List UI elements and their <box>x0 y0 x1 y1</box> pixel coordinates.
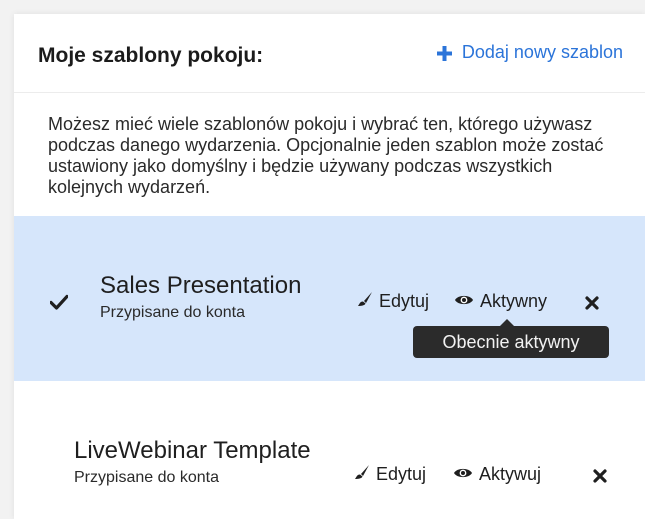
plus-icon <box>436 45 452 61</box>
close-icon[interactable] <box>585 296 599 310</box>
check-icon <box>49 293 69 311</box>
activate-label: Aktywuj <box>479 464 542 484</box>
eye-icon <box>453 464 473 485</box>
brush-icon <box>357 291 373 312</box>
tooltip-currently-active: Obecnie aktywny <box>413 319 609 358</box>
page-title: Moje szablony pokoju: <box>38 44 264 67</box>
panel-header: Moje szablony pokoju: Dodaj nowy szablon <box>14 14 645 93</box>
active-status-button[interactable]: Aktywny <box>454 291 547 312</box>
add-template-button[interactable]: Dodaj nowy szablon <box>436 42 623 63</box>
template-row-active[interactable]: Sales Presentation Przypisane do konta E… <box>14 216 645 381</box>
edit-label: Edytuj <box>379 291 430 311</box>
active-status-label: Aktywny <box>480 291 548 311</box>
template-subtitle: Przypisane do konta <box>100 304 245 321</box>
edit-button[interactable]: Edytuj <box>357 291 429 312</box>
tooltip-text: Obecnie aktywny <box>442 332 580 352</box>
template-row[interactable]: LiveWebinar Template Przypisane do konta… <box>14 381 645 519</box>
edit-label: Edytuj <box>376 464 427 484</box>
add-template-label: Dodaj nowy szablon <box>461 42 623 62</box>
template-name: LiveWebinar Template <box>74 437 311 464</box>
eye-icon <box>454 291 474 312</box>
edit-button[interactable]: Edytuj <box>354 464 426 485</box>
description-text: Możesz mieć wiele szablonów pokoju i wyb… <box>48 114 604 197</box>
room-templates-panel: Moje szablony pokoju: Dodaj nowy szablon… <box>14 14 645 519</box>
template-name: Sales Presentation <box>100 272 302 299</box>
activate-button[interactable]: Aktywuj <box>453 464 541 485</box>
close-icon[interactable] <box>593 469 607 483</box>
brush-icon <box>354 464 370 485</box>
template-subtitle: Przypisane do konta <box>74 469 219 486</box>
